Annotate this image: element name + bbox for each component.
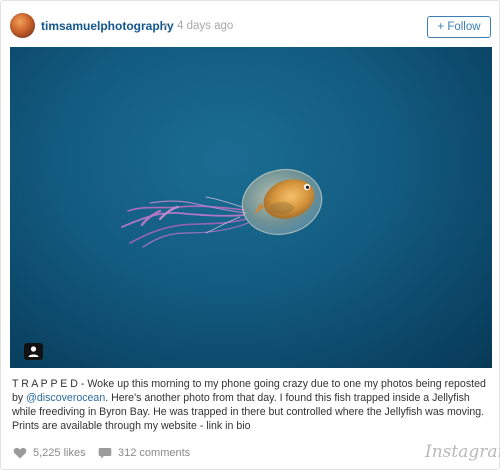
likes-label: 5,225 likes (33, 447, 86, 459)
post-card: timsamuelphotography • 4 days ago + Foll… (0, 0, 500, 470)
post-header: timsamuelphotography • 4 days ago + Foll… (1, 1, 499, 47)
comments-label: 312 comments (118, 447, 191, 459)
avatar[interactable] (10, 13, 35, 38)
comment-bubble-icon[interactable] (98, 447, 112, 459)
post-timestamp[interactable]: 4 days ago (177, 20, 233, 32)
likes-count[interactable]: 5,225 likes (13, 445, 86, 461)
username-link[interactable]: timsamuelphotography (41, 19, 174, 33)
follow-button[interactable]: + Follow (427, 16, 491, 38)
comments-count[interactable]: 312 comments (98, 445, 190, 461)
instagram-logo[interactable]: Instagram (425, 442, 500, 462)
separator-dot: • (164, 18, 169, 32)
post-photo[interactable] (10, 47, 492, 368)
heart-icon[interactable] (13, 447, 27, 459)
mention-link[interactable]: @discoverocean (26, 392, 105, 404)
post-caption: T R A P P E D - Woke up this morning to … (12, 377, 490, 433)
user-tag-icon[interactable] (24, 343, 43, 360)
jellyfish-fish-illustration (121, 169, 323, 248)
